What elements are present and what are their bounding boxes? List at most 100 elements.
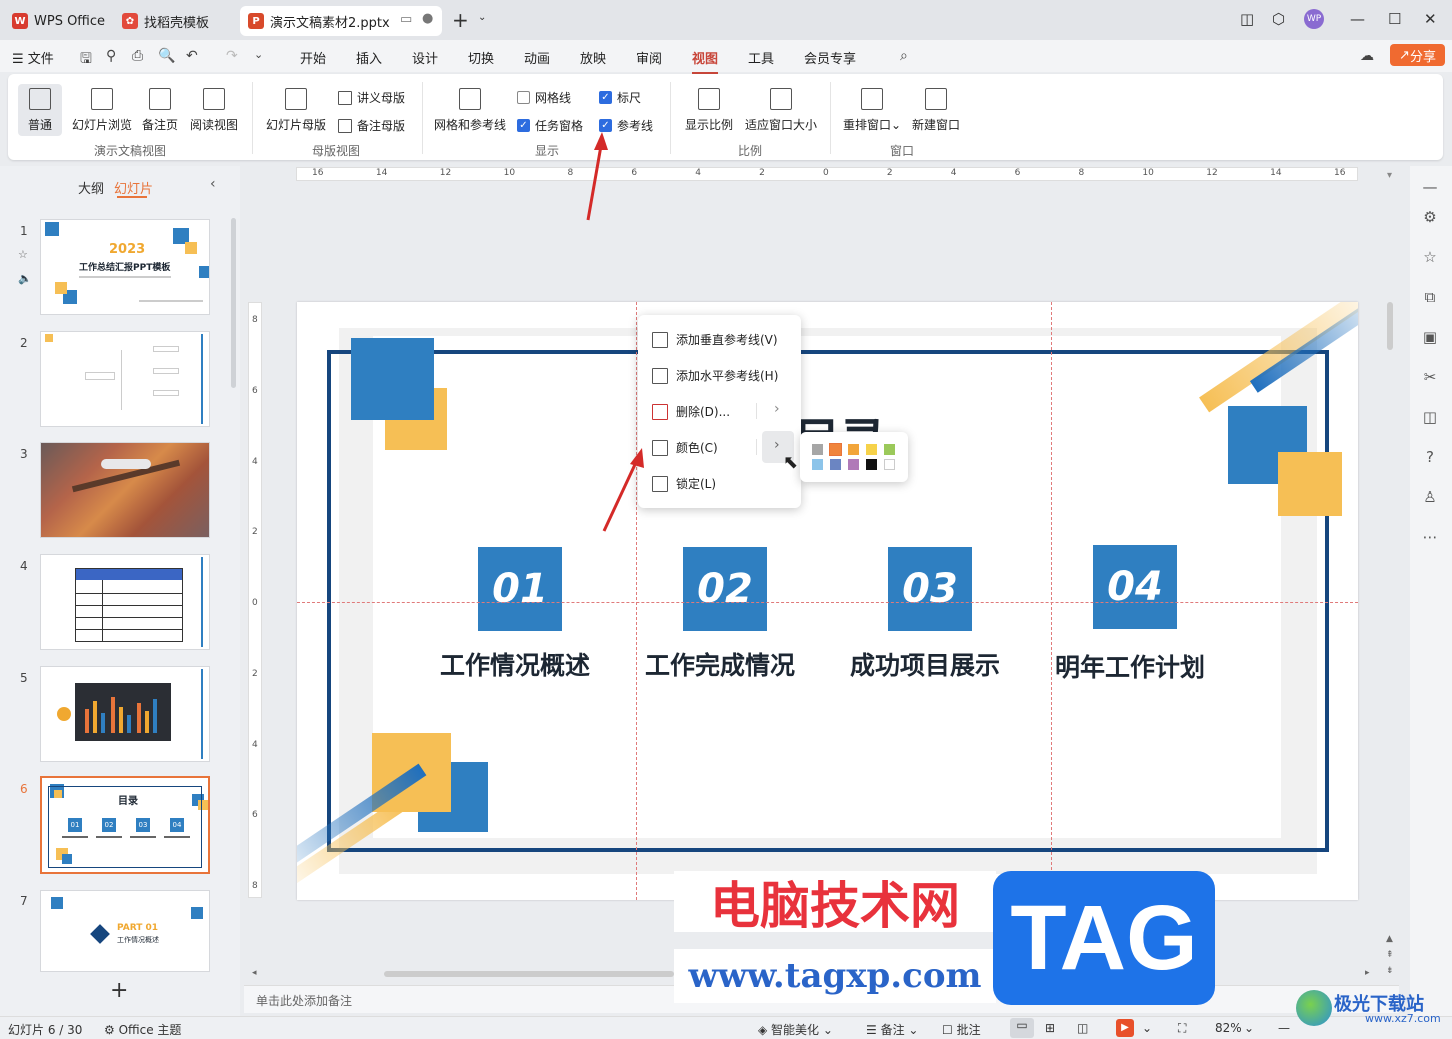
color-swatch[interactable]	[884, 459, 895, 470]
arrange-windows-button[interactable]: 重排窗口⌄	[842, 88, 902, 133]
next-slide-icon[interactable]: ⇟	[1386, 966, 1394, 976]
minimize-icon[interactable]: —	[1350, 10, 1365, 28]
slide-thumbnail-4[interactable]	[40, 554, 210, 650]
new-window-button[interactable]: 新建窗口	[910, 88, 962, 133]
star-icon[interactable]: ☆	[18, 248, 28, 261]
new-tab-plus-icon[interactable]: +	[452, 8, 469, 32]
color-swatch[interactable]	[829, 443, 842, 456]
slide-canvas[interactable]: 目录 01 02 03 04 工作情况概述 工作完成情况 成功项目展示 明年工作…	[297, 302, 1358, 900]
settings-sliders-icon[interactable]: ⚙	[1420, 208, 1440, 226]
chevron-down-icon[interactable]: ⌄	[478, 12, 486, 23]
normal-view-status-icon[interactable]: ▭	[1010, 1018, 1034, 1038]
image-icon[interactable]: ▣	[1420, 328, 1440, 346]
beautify-button[interactable]: ◈ 智能美化 ⌄	[758, 1021, 833, 1038]
zoom-out-icon[interactable]: —	[1278, 1021, 1290, 1035]
color-swatch[interactable]	[812, 444, 823, 455]
horizontal-guide-line[interactable]	[297, 602, 1358, 603]
theme-indicator[interactable]: ⚙ Office 主题	[104, 1021, 181, 1038]
shirt-icon[interactable]: ♙	[1420, 488, 1440, 506]
zoom-value[interactable]: 82%	[1215, 1021, 1242, 1035]
sorter-view-status-icon[interactable]: ⊞	[1045, 1021, 1055, 1035]
copy-icon[interactable]: ⧉	[1420, 288, 1440, 306]
scroll-right-icon[interactable]: ▸	[1365, 968, 1370, 978]
star-icon[interactable]: ☆	[1420, 248, 1440, 266]
vertical-scrollbar[interactable]	[1387, 302, 1393, 350]
normal-view-button[interactable]: 普通	[22, 88, 58, 133]
color-swatch[interactable]	[830, 459, 841, 470]
color-swatch[interactable]	[812, 459, 823, 470]
reading-view-button[interactable]: 阅读视图	[188, 88, 240, 133]
slide-master-button[interactable]: 幻灯片母版	[264, 88, 328, 133]
color-swatch[interactable]	[848, 459, 859, 470]
redo-icon[interactable]: ↷	[226, 48, 238, 64]
handout-master-button[interactable]: 讲义母版	[338, 89, 405, 106]
vertical-guide-line[interactable]	[1051, 302, 1052, 900]
minus-icon[interactable]: —	[1420, 178, 1440, 196]
tools-icon[interactable]: ✂	[1420, 368, 1440, 386]
ruler-toggle-icon[interactable]: ▾	[1387, 170, 1392, 181]
comments-button[interactable]: ☐ 批注	[942, 1021, 981, 1038]
print-preview-icon[interactable]: 🔍	[158, 48, 175, 64]
slide-thumbnail-6[interactable]: 目录 01 02 03 04	[40, 776, 210, 874]
help-icon[interactable]: ?	[1420, 448, 1440, 466]
play-slideshow-icon[interactable]: ▶	[1116, 1019, 1134, 1037]
file-menu[interactable]: ☰ 文件	[12, 48, 54, 67]
notes-toggle-button[interactable]: ☰ 备注 ⌄	[866, 1021, 918, 1038]
search-icon[interactable]: ⌕	[900, 48, 908, 64]
menu-tools[interactable]: 工具	[748, 48, 774, 67]
undo-icon[interactable]: ↶	[186, 48, 198, 64]
close-icon[interactable]: ✕	[1424, 10, 1437, 28]
color-swatch[interactable]	[866, 444, 877, 455]
slide-thumbnail-1[interactable]: 2023 工作总结汇报PPT模板	[40, 219, 210, 315]
tab-outline[interactable]: 大纲	[78, 178, 104, 197]
cloud-icon[interactable]: ☁	[1360, 48, 1374, 64]
screen-icon[interactable]: ▭	[400, 12, 412, 27]
print-icon[interactable]: ⎙	[132, 48, 143, 64]
layout-icon[interactable]: ◫	[1240, 10, 1254, 28]
menu-view[interactable]: 视图	[692, 48, 719, 74]
slideshow-chevron-icon[interactable]: ⌄	[1142, 1021, 1152, 1035]
cube-icon[interactable]: ⬡	[1272, 10, 1285, 28]
menu-animations[interactable]: 动画	[524, 48, 550, 67]
slide-thumbnail-3[interactable]	[40, 442, 210, 538]
maximize-icon[interactable]: ☐	[1388, 10, 1401, 28]
scroll-up-icon[interactable]: ▲	[1386, 934, 1393, 944]
fit-window-button[interactable]: 适应窗口大小	[744, 88, 818, 133]
more-icon[interactable]: ⋯	[1420, 528, 1440, 546]
menu-transitions[interactable]: 切换	[468, 48, 494, 67]
tab-slides[interactable]: 幻灯片	[114, 178, 153, 197]
add-slide-plus-icon[interactable]: +	[110, 978, 128, 1003]
collapse-panel-icon[interactable]: ‹	[210, 176, 216, 192]
book-icon[interactable]: ◫	[1420, 408, 1440, 426]
save-icon[interactable]: 🖫	[80, 48, 92, 72]
ruler-checkbox[interactable]: ✓ 标尺	[599, 89, 641, 106]
menu-review[interactable]: 审阅	[636, 48, 662, 67]
more-chevron-icon[interactable]: ⌄	[254, 48, 263, 61]
panel-scrollbar[interactable]	[231, 218, 236, 388]
tab-docer[interactable]: ✿ 找稻壳模板	[114, 6, 217, 36]
horizontal-scrollbar[interactable]	[384, 971, 674, 977]
share-button[interactable]: ↗ 分享	[1390, 44, 1445, 66]
grid-guides-button[interactable]: 网格和参考线	[432, 88, 508, 133]
gridlines-checkbox[interactable]: 网格线	[517, 89, 571, 106]
audio-icon[interactable]: 🔈	[18, 272, 32, 285]
zoom-button[interactable]: 显示比例	[682, 88, 736, 133]
prev-slide-icon[interactable]: ⇞	[1386, 950, 1394, 960]
slide-thumbnail-7[interactable]: PART 01 工作情况概述	[40, 890, 210, 972]
menu-member[interactable]: 会员专享	[804, 48, 856, 67]
slide-sorter-button[interactable]: 幻灯片浏览	[70, 88, 134, 133]
tab-wps-office[interactable]: W WPS Office	[4, 6, 113, 36]
fit-window-status-icon[interactable]: ⛶	[1178, 1021, 1186, 1036]
reading-view-status-icon[interactable]: ◫	[1077, 1021, 1088, 1035]
horizontal-ruler[interactable]: 16 14 12 10 8 6 4 2 0 2 4 6 8 10 12 14 16	[296, 167, 1358, 181]
slide-thumbnail-5[interactable]	[40, 666, 210, 762]
menu-home[interactable]: 开始	[300, 48, 326, 67]
zoom-chevron-icon[interactable]: ⌄	[1244, 1021, 1254, 1035]
tab-presentation[interactable]: P 演示文稿素材2.pptx ▭ ●	[240, 6, 442, 36]
color-swatch[interactable]	[848, 444, 859, 455]
menu-insert[interactable]: 插入	[356, 48, 382, 67]
avatar[interactable]: WP	[1304, 9, 1324, 29]
vertical-ruler[interactable]: 8 6 4 2 0 2 4 6 8	[248, 302, 262, 898]
share-link-icon[interactable]: ⚲	[106, 48, 116, 64]
notes-page-button[interactable]: 备注页	[140, 88, 180, 133]
